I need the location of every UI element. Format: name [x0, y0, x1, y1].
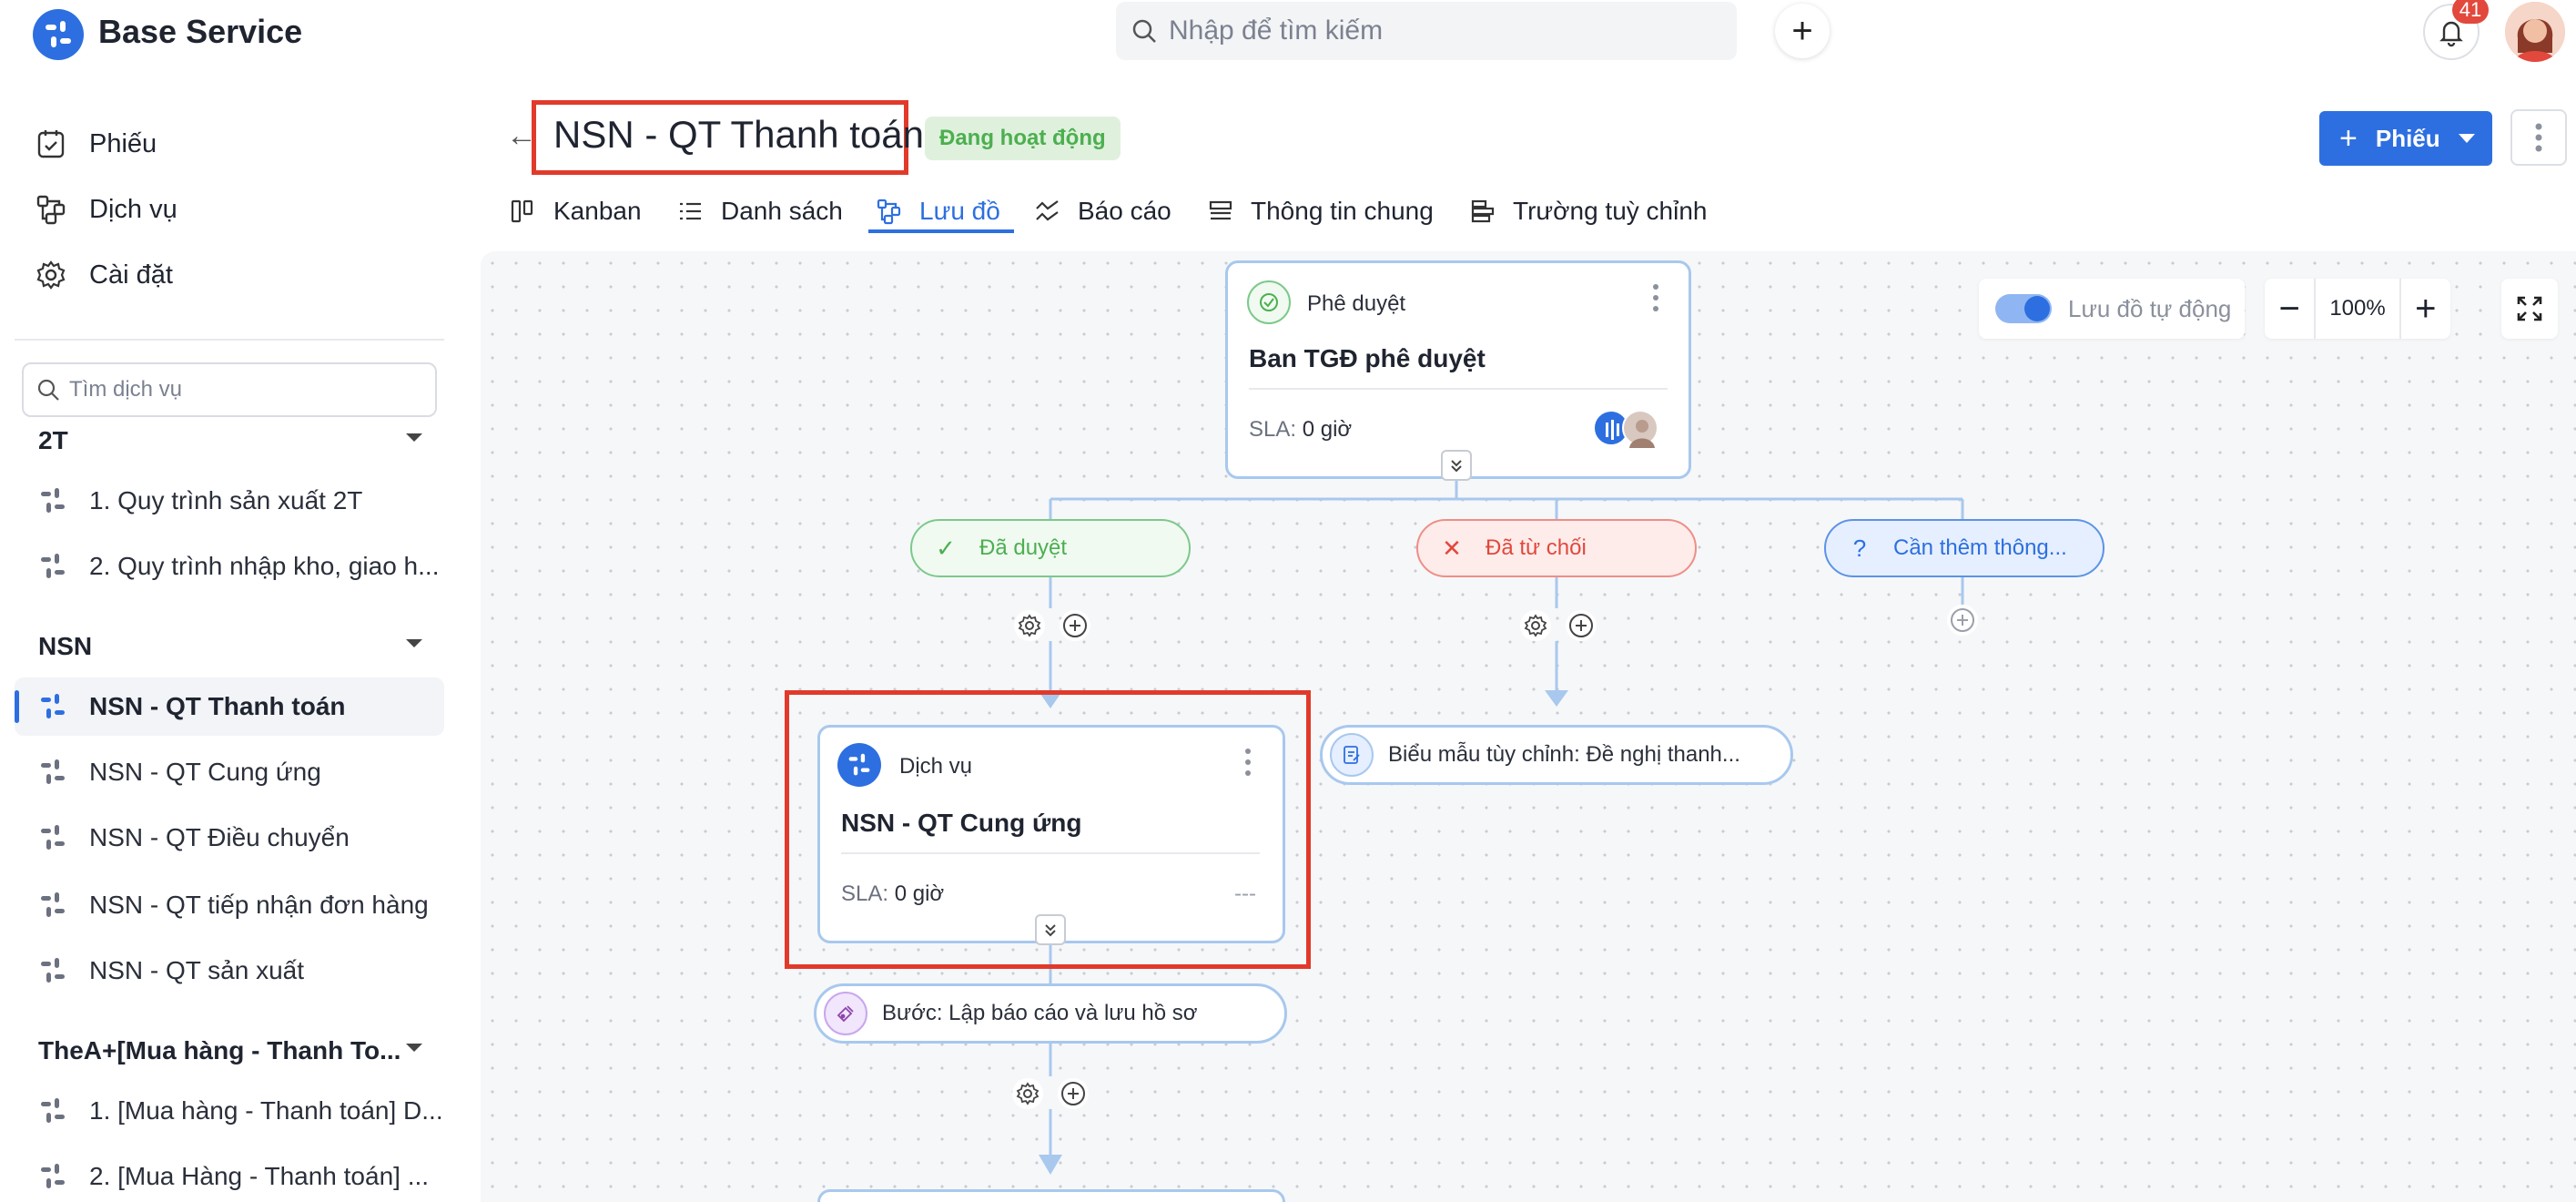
service-node-name: NSN - QT Cung ứng	[841, 809, 1082, 837]
form-node[interactable]: Biểu mẫu tùy chỉnh: Đề nghị thanh...	[1320, 725, 1793, 785]
zoom-in-button[interactable]: +	[2401, 279, 2450, 339]
approver-avatar	[1622, 410, 1658, 448]
branch-approved[interactable]: ✓ Đã duyệt	[910, 519, 1191, 577]
gear-icon	[1018, 614, 1041, 637]
branch-settings-button[interactable]	[1014, 610, 1045, 641]
auto-layout-label: Lưu đồ tự động	[2068, 294, 2232, 322]
flow-connectors	[1039, 477, 1964, 1175]
fullscreen-icon	[2517, 296, 2542, 321]
branch-label: Cần thêm thông...	[1893, 535, 2067, 560]
sla-value: 0 giờ	[1302, 417, 1353, 442]
approval-node-name: Ban TGĐ phê duyệt	[1249, 344, 1486, 372]
branch-label: Đã duyệt	[979, 535, 1068, 560]
service-node-type: Dịch vụ	[899, 754, 973, 779]
plus-circle-icon	[1063, 614, 1087, 637]
step-settings-button[interactable]	[1012, 1078, 1043, 1109]
zoom-control: − 100% +	[2265, 279, 2450, 339]
expand-node-button[interactable]	[1441, 450, 1472, 481]
approval-node-type: Phê duyệt	[1307, 291, 1406, 316]
approval-node-menu-icon[interactable]	[1653, 284, 1660, 317]
branch-add-button[interactable]	[1060, 610, 1090, 641]
branch-rejected[interactable]: ✕ Đã từ chối	[1416, 519, 1697, 577]
branch-add-button[interactable]	[1566, 610, 1597, 641]
form-icon	[1330, 733, 1374, 777]
approval-check-icon	[1247, 280, 1291, 324]
step-icon	[824, 992, 867, 1035]
question-icon: ?	[1852, 534, 1867, 562]
plus-circle-icon	[1061, 1082, 1085, 1105]
double-chevron-down-icon	[1451, 460, 1462, 473]
zoom-level: 100%	[2314, 279, 2401, 339]
gear-icon	[1016, 1082, 1040, 1105]
step-node[interactable]: Bước: Lập báo cáo và lưu hồ sơ	[814, 983, 1287, 1044]
branch-need-info[interactable]: ? Cần thêm thông...	[1824, 519, 2104, 577]
auto-layout-switch[interactable]	[1995, 294, 2052, 323]
plus-circle-icon	[1569, 614, 1593, 637]
service-node-sla: SLA: 0 giờ	[841, 881, 944, 907]
form-node-label: Biểu mẫu tùy chỉnh: Đề nghị thanh...	[1388, 742, 1740, 767]
fullscreen-button[interactable]	[2501, 279, 2558, 339]
plus-circle-icon	[1951, 608, 1974, 632]
close-icon: ✕	[1442, 534, 1462, 562]
sla-label: SLA:	[1249, 417, 1297, 442]
sla-value: 0 giờ	[894, 881, 945, 906]
service-node-menu-icon[interactable]	[1245, 749, 1253, 781]
double-chevron-down-icon	[1045, 924, 1056, 937]
check-icon: ✓	[936, 534, 956, 562]
expand-node-button[interactable]	[1035, 914, 1066, 945]
sla-label: SLA:	[841, 881, 889, 906]
service-logo-icon	[837, 743, 881, 787]
auto-layout-toggle[interactable]: Lưu đồ tự động	[1979, 279, 2245, 339]
branch-settings-button[interactable]	[1520, 610, 1551, 641]
zoom-out-button[interactable]: −	[2265, 279, 2314, 339]
service-node-divider	[841, 852, 1260, 854]
branch-label: Đã từ chối	[1486, 535, 1587, 560]
service-node-assignee: ---	[1234, 881, 1256, 906]
approval-node-divider	[1249, 388, 1668, 390]
approval-node-sla: SLA: 0 giờ	[1249, 417, 1352, 443]
branch-add-button[interactable]	[1947, 605, 1978, 636]
next-node-partial[interactable]	[817, 1189, 1285, 1202]
gear-icon	[1524, 614, 1547, 637]
step-node-label: Bước: Lập báo cáo và lưu hồ sơ	[882, 1001, 1198, 1025]
step-add-button[interactable]	[1058, 1078, 1089, 1109]
